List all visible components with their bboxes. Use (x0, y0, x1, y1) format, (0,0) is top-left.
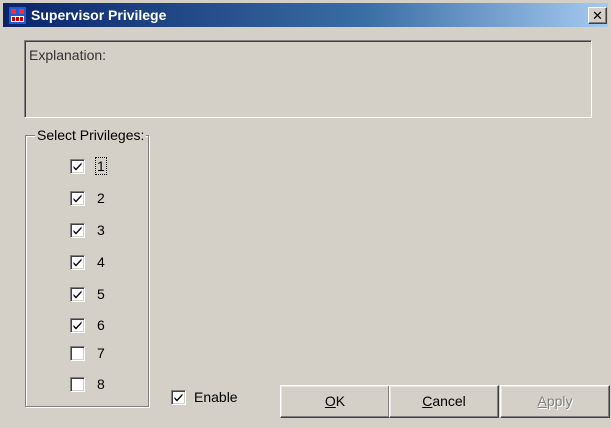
privilege-label: 4 (97, 254, 105, 270)
privilege-label: 7 (97, 345, 105, 361)
privilege-label: 3 (97, 222, 105, 238)
privilege-row[interactable]: 1 (70, 157, 107, 175)
privilege-row[interactable]: 6 (70, 316, 105, 334)
privilege-checkbox[interactable] (70, 254, 85, 270)
cancel-button[interactable]: Cancel (389, 385, 499, 418)
privilege-checkbox[interactable] (70, 158, 85, 174)
ok-button-accel: O (324, 393, 336, 409)
checkmark-icon (174, 393, 183, 401)
explanation-label: Explanation: (29, 47, 107, 63)
close-button[interactable]: ✕ (588, 7, 607, 24)
privilege-row[interactable]: 5 (70, 285, 105, 303)
apply-button-accel: A (537, 393, 547, 409)
cancel-button-label: ancel (432, 393, 466, 409)
privilege-label: 2 (97, 190, 105, 206)
checkmark-icon (73, 321, 82, 329)
privilege-checkbox[interactable] (70, 190, 85, 206)
explanation-box: Explanation: (24, 40, 592, 118)
privilege-label: 1 (95, 157, 107, 175)
privilege-label: 8 (97, 376, 105, 392)
app-icon (9, 7, 26, 24)
privilege-checkbox[interactable] (70, 376, 85, 392)
title-bar[interactable]: Supervisor Privilege ✕ (3, 3, 608, 27)
privilege-checkbox[interactable] (70, 317, 85, 333)
privilege-label: 6 (97, 317, 105, 333)
checkmark-icon (73, 290, 82, 298)
enable-checkbox-row[interactable]: Enable (171, 389, 238, 405)
enable-checkbox[interactable] (171, 389, 186, 405)
checkmark-icon (73, 226, 82, 234)
cancel-button-accel: C (422, 393, 433, 409)
privilege-checkbox[interactable] (70, 222, 85, 238)
privilege-row[interactable]: 8 (70, 375, 105, 393)
privilege-row[interactable]: 7 (70, 344, 105, 362)
ok-button-label: K (335, 393, 346, 409)
apply-button[interactable]: Apply (500, 385, 610, 418)
checkmark-icon (73, 162, 82, 170)
checkmark-icon (73, 194, 82, 202)
checkmark-icon (73, 258, 82, 266)
privilege-checkbox[interactable] (70, 345, 85, 361)
privilege-row[interactable]: 4 (70, 253, 105, 271)
privileges-group (25, 135, 149, 407)
privileges-group-label: Select Privileges: (35, 126, 147, 144)
enable-label: Enable (194, 389, 238, 405)
privilege-row[interactable]: 3 (70, 221, 105, 239)
window-title: Supervisor Privilege (31, 7, 167, 23)
dialog-window: Supervisor Privilege ✕ Explanation: Sele… (0, 0, 611, 428)
privilege-checkbox[interactable] (70, 286, 85, 302)
ok-button[interactable]: OK (280, 385, 390, 418)
privilege-row[interactable]: 2 (70, 189, 105, 207)
privilege-label: 5 (97, 286, 105, 302)
close-icon: ✕ (592, 8, 603, 23)
apply-button-label: pply (546, 393, 573, 409)
